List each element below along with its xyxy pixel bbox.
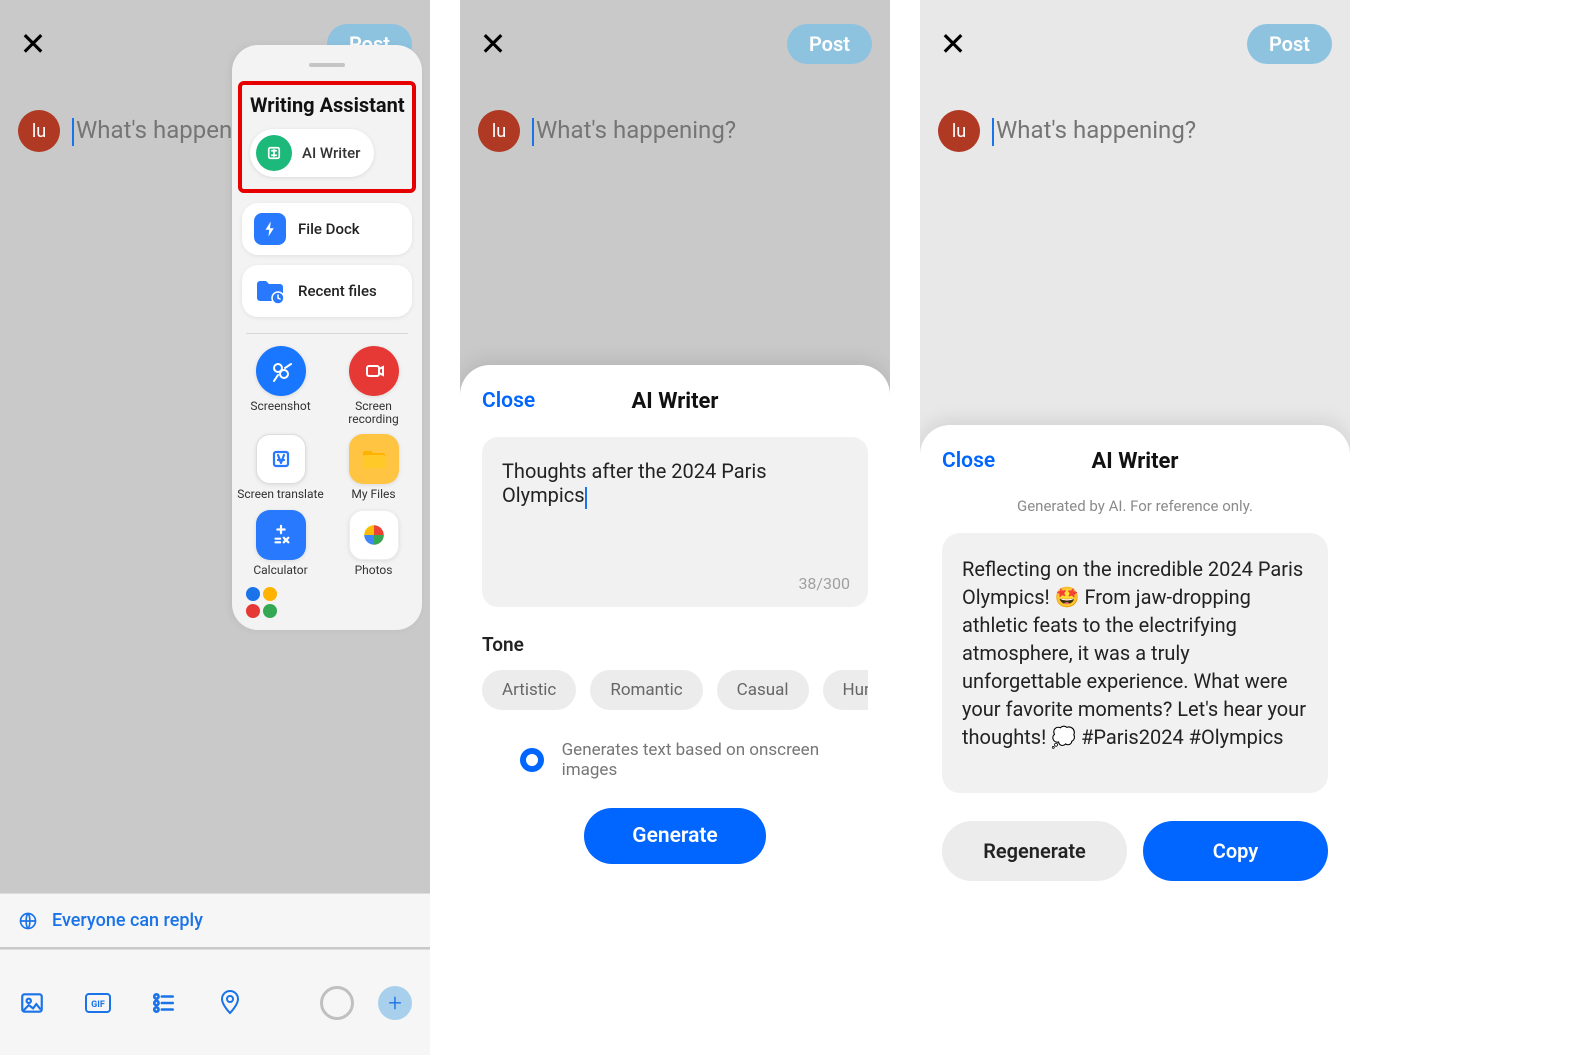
tone-chip-casual[interactable]: Casual — [717, 670, 809, 710]
tool-grid: Screenshot Screen recording Screen trans… — [232, 342, 422, 581]
image-icon[interactable] — [18, 989, 46, 1017]
post-button[interactable]: Post — [1247, 24, 1332, 64]
ai-writer-pill[interactable]: AI Writer — [250, 129, 374, 177]
compose-placeholder[interactable]: What's happening? — [532, 116, 736, 146]
char-count: 38/300 — [798, 574, 850, 593]
avatar[interactable]: lu — [478, 110, 520, 152]
photos-icon — [349, 510, 399, 560]
reply-scope-label: Everyone can reply — [52, 910, 203, 931]
file-dock-item[interactable]: File Dock — [242, 203, 412, 255]
sheet-close-button[interactable]: Close — [482, 389, 535, 413]
generate-button[interactable]: Generate — [584, 808, 765, 864]
more-apps-cluster[interactable] — [246, 587, 286, 618]
recent-files-label: Recent files — [298, 283, 377, 300]
compose-placeholder[interactable]: What's happening? — [992, 116, 1196, 146]
text-cursor — [992, 118, 994, 146]
globe-icon — [18, 911, 38, 931]
topbar: ✕ Post — [920, 0, 1350, 74]
screen-recording-icon — [349, 346, 399, 396]
tool-screen-translate[interactable]: Screen translate — [236, 434, 325, 501]
sheet-header: Close AI Writer — [482, 389, 868, 413]
sheet-title: AI Writer — [632, 389, 719, 414]
drag-handle[interactable] — [309, 63, 345, 67]
screenshot-icon — [256, 346, 306, 396]
radio-selected-icon[interactable] — [520, 748, 544, 772]
tool-label: Screen translate — [237, 488, 324, 501]
recent-files-item[interactable]: Recent files — [242, 265, 412, 317]
prompt-input[interactable]: Thoughts after the 2024 Paris Olympics 3… — [482, 437, 868, 607]
tool-my-files[interactable]: My Files — [329, 434, 418, 501]
copy-button[interactable]: Copy — [1143, 821, 1328, 881]
ai-writer-sheet: Close AI Writer Thoughts after the 2024 … — [460, 365, 890, 1055]
compose-row: lu What's happening? — [460, 74, 890, 152]
tool-label: My Files — [351, 488, 395, 501]
ai-writer-icon — [256, 135, 292, 171]
close-icon[interactable]: ✕ — [478, 25, 508, 63]
location-icon[interactable] — [216, 989, 244, 1017]
tool-label: Photos — [355, 564, 393, 577]
compose-toolbar: GIF + — [0, 949, 430, 1055]
regenerate-button[interactable]: Regenerate — [942, 821, 1127, 881]
tool-label: Screen recording — [329, 400, 418, 426]
tool-calculator[interactable]: Calculator — [236, 510, 325, 577]
recent-files-icon — [254, 275, 286, 307]
close-icon[interactable]: ✕ — [938, 25, 968, 63]
compose-placeholder[interactable]: What's happenin — [72, 116, 251, 146]
svg-text:GIF: GIF — [91, 1000, 105, 1010]
phone-screen-3: ✕ Post lu What's happening? Close AI Wri… — [920, 0, 1350, 1055]
text-cursor — [72, 118, 74, 146]
gif-icon[interactable]: GIF — [84, 989, 112, 1017]
radio-label: Generates text based on onscreen images — [562, 740, 868, 780]
highlight-box: Writing Assistant AI Writer — [238, 81, 416, 193]
phone-screen-2: ✕ Post lu What's happening? Close AI Wri… — [460, 0, 890, 1055]
sheet-title: AI Writer — [1092, 449, 1179, 474]
screen-translate-icon — [256, 434, 306, 484]
tool-label: Screenshot — [250, 400, 310, 413]
ai-disclaimer: Generated by AI. For reference only. — [942, 497, 1328, 515]
compose-row: lu What's happening? — [920, 74, 1350, 152]
tone-chip-artistic[interactable]: Artistic — [482, 670, 576, 710]
tone-chip-romantic[interactable]: Romantic — [590, 670, 702, 710]
ai-writer-label: AI Writer — [302, 144, 360, 162]
post-button[interactable]: Post — [787, 24, 872, 64]
divider — [246, 333, 408, 334]
tone-chip-humorous[interactable]: Humorous — [823, 670, 869, 710]
reply-scope-bar[interactable]: Everyone can reply — [0, 893, 430, 947]
image-toggle-row[interactable]: Generates text based on onscreen images — [520, 740, 868, 780]
generated-output[interactable]: Reflecting on the incredible 2024 Paris … — [942, 533, 1328, 793]
avatar[interactable]: lu — [938, 110, 980, 152]
tone-label: Tone — [482, 633, 868, 656]
close-icon[interactable]: ✕ — [18, 25, 48, 63]
writing-assistant-title: Writing Assistant — [248, 93, 406, 117]
ai-writer-sheet: Close AI Writer Generated by AI. For ref… — [920, 425, 1350, 1055]
add-thread-button[interactable]: + — [378, 986, 412, 1020]
calculator-icon — [256, 510, 306, 560]
my-files-icon — [349, 434, 399, 484]
char-progress-circle — [320, 986, 354, 1020]
tool-label: Calculator — [253, 564, 307, 577]
phone-screen-1: ✕ Post lu What's happenin Writing Assist… — [0, 0, 430, 1055]
topbar: ✕ Post — [460, 0, 890, 74]
tool-photos[interactable]: Photos — [329, 510, 418, 577]
assistant-side-panel: Writing Assistant AI Writer File Dock Re… — [232, 45, 422, 630]
avatar[interactable]: lu — [18, 110, 60, 152]
generated-text: Reflecting on the incredible 2024 Paris … — [962, 555, 1308, 751]
tool-screenshot[interactable]: Screenshot — [236, 346, 325, 426]
tone-chip-row[interactable]: Artistic Romantic Casual Humorous Emo — [482, 670, 868, 710]
prompt-text: Thoughts after the 2024 Paris Olympics — [502, 459, 767, 507]
sheet-header: Close AI Writer — [942, 449, 1328, 473]
action-row: Regenerate Copy — [942, 821, 1328, 881]
tool-screen-recording[interactable]: Screen recording — [329, 346, 418, 426]
poll-icon[interactable] — [150, 989, 178, 1017]
file-dock-label: File Dock — [298, 221, 360, 238]
file-dock-icon — [254, 213, 286, 245]
text-cursor — [532, 118, 534, 146]
sheet-close-button[interactable]: Close — [942, 449, 995, 473]
text-cursor — [585, 487, 587, 509]
